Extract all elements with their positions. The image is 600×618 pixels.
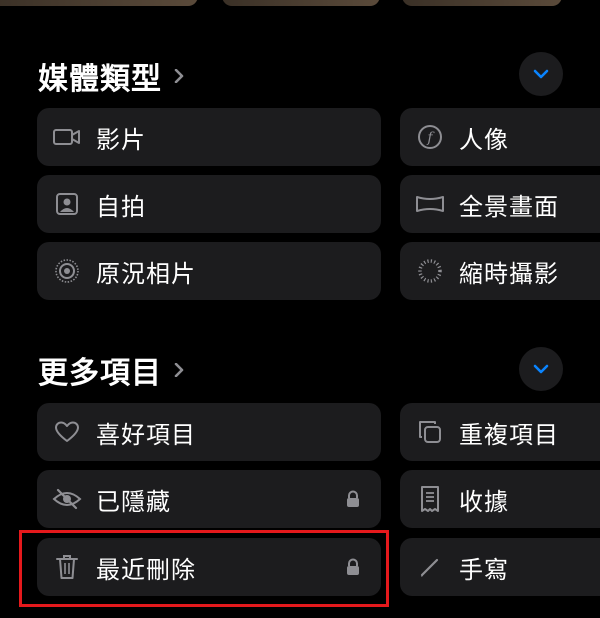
tile-panoramas[interactable]: 全景畫面 <box>400 175 600 233</box>
tile-label: 縮時攝影 <box>459 259 559 288</box>
tile-hidden[interactable]: 已隱藏 <box>37 470 381 528</box>
tile-label: 手寫 <box>459 555 509 584</box>
media-types-header[interactable]: 媒體類型 <box>38 54 186 98</box>
chevron-down-icon <box>533 364 549 374</box>
tile-handwriting[interactable]: 手寫 <box>400 538 600 596</box>
svg-text:f: f <box>426 130 435 146</box>
tile-label: 自拍 <box>96 192 146 221</box>
tile-label: 人像 <box>459 125 509 154</box>
duplicate-icon <box>419 421 441 443</box>
tile-selfies[interactable]: 自拍 <box>37 175 381 233</box>
tile-receipts[interactable]: 收據 <box>400 470 600 528</box>
album-thumbnail[interactable] <box>402 0 562 6</box>
timelapse-icon <box>418 259 442 283</box>
album-thumbnail[interactable] <box>0 0 198 6</box>
lock-icon <box>347 490 359 507</box>
tile-favorites[interactable]: 喜好項目 <box>37 403 381 461</box>
tile-live-photos[interactable]: 原況相片 <box>37 242 381 300</box>
portrait-f-icon: f <box>418 125 442 149</box>
tile-label: 收據 <box>459 487 509 516</box>
tile-label: 原況相片 <box>96 259 196 288</box>
heart-icon <box>55 421 79 442</box>
tile-label: 影片 <box>96 125 146 154</box>
tile-label: 已隱藏 <box>96 487 171 516</box>
tile-label: 喜好項目 <box>96 420 196 449</box>
tile-videos[interactable]: 影片 <box>37 108 381 166</box>
tile-portrait[interactable]: f 人像 <box>400 108 600 166</box>
tile-label: 全景畫面 <box>459 192 559 221</box>
live-photo-icon <box>55 259 79 283</box>
media-types-collapse-button[interactable] <box>519 52 563 96</box>
panorama-icon <box>416 196 444 212</box>
more-items-header[interactable]: 更多項目 <box>38 348 186 392</box>
tile-timelapse[interactable]: 縮時攝影 <box>400 242 600 300</box>
album-thumbnail-strip <box>0 0 600 8</box>
selfie-icon <box>56 193 78 215</box>
tile-duplicates[interactable]: 重複項目 <box>400 403 600 461</box>
receipt-icon <box>421 486 439 512</box>
chevron-down-icon <box>533 69 549 79</box>
chevron-right-icon <box>174 363 184 377</box>
album-thumbnail[interactable] <box>222 0 380 6</box>
tile-label: 重複項目 <box>459 420 559 449</box>
more-items-collapse-button[interactable] <box>519 347 563 391</box>
video-icon <box>53 129 80 145</box>
eye-slash-icon <box>52 488 82 510</box>
more-items-title: 更多項目 <box>38 356 162 391</box>
pencil-icon <box>420 558 439 577</box>
chevron-right-icon <box>174 69 184 83</box>
highlight-box <box>19 530 389 607</box>
media-types-title: 媒體類型 <box>38 62 162 97</box>
